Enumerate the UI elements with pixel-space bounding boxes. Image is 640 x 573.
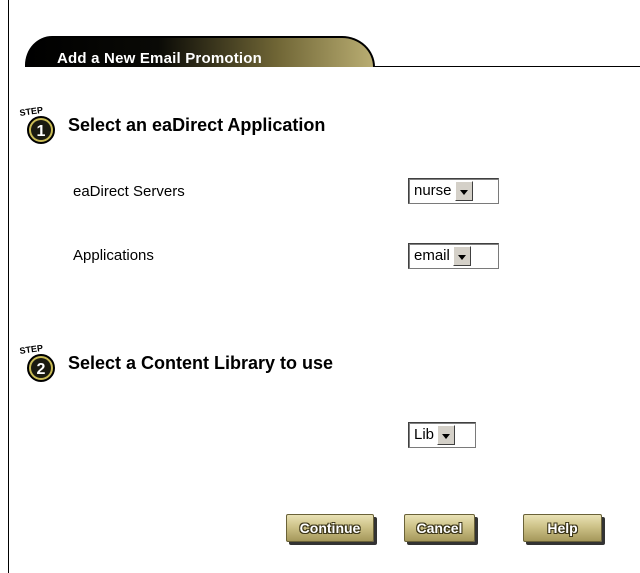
eadirect-servers-label: eaDirect Servers bbox=[73, 183, 185, 200]
content-library-value: Lib bbox=[414, 426, 435, 443]
applications-select[interactable]: email bbox=[408, 243, 499, 269]
step-1-badge-icon: STEP 1 bbox=[18, 105, 64, 145]
page-left-border bbox=[8, 0, 9, 573]
eadirect-servers-value: nurse bbox=[414, 182, 452, 199]
step-2-badge-icon: STEP 2 bbox=[18, 343, 64, 383]
cancel-button[interactable]: Cancel bbox=[404, 514, 475, 542]
page-header: Add a New Email Promotion bbox=[25, 28, 640, 68]
help-button[interactable]: Help bbox=[523, 514, 602, 542]
applications-value: email bbox=[414, 247, 450, 264]
step-1-heading: STEP 1 Select an eaDirect Application bbox=[18, 105, 325, 145]
step-2-title: Select a Content Library to use bbox=[68, 352, 334, 373]
svg-text:STEP: STEP bbox=[19, 343, 44, 356]
continue-button[interactable]: Continue bbox=[286, 514, 374, 542]
svg-text:1: 1 bbox=[37, 123, 46, 140]
step-1-title: Select an eaDirect Application bbox=[68, 114, 326, 135]
svg-text:STEP: STEP bbox=[19, 105, 44, 118]
svg-text:2: 2 bbox=[37, 361, 46, 378]
header-tab: Add a New Email Promotion bbox=[25, 36, 375, 67]
chevron-down-icon[interactable] bbox=[454, 181, 473, 201]
chevron-down-icon[interactable] bbox=[452, 246, 471, 266]
eadirect-servers-select[interactable]: nurse bbox=[408, 178, 499, 204]
page-title: Add a New Email Promotion bbox=[57, 50, 263, 67]
step-2-heading: STEP 2 Select a Content Library to use bbox=[18, 343, 333, 383]
chevron-down-icon[interactable] bbox=[437, 425, 456, 445]
content-library-select[interactable]: Lib bbox=[408, 422, 476, 448]
applications-label: Applications bbox=[73, 247, 154, 264]
header-rule bbox=[365, 66, 640, 67]
